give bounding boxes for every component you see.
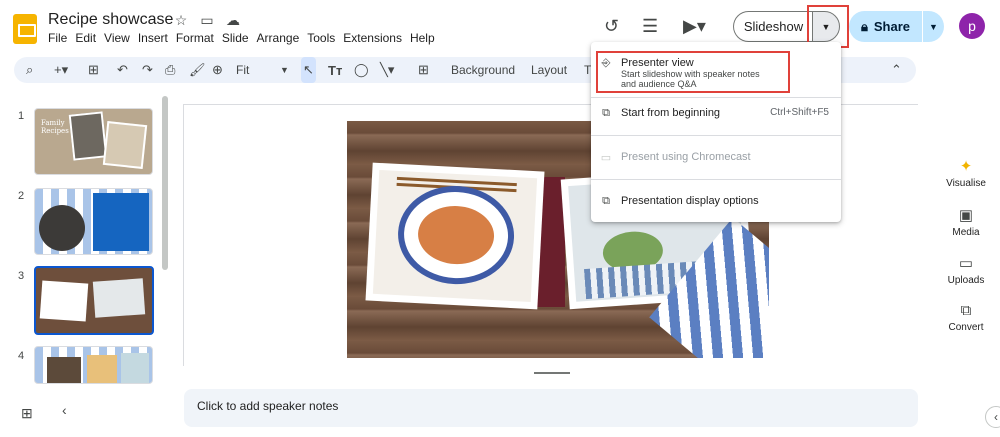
sparkle-icon: ✦ <box>959 158 973 175</box>
menu-edit[interactable]: Edit <box>75 31 96 45</box>
folder-icon: ▭ <box>958 255 974 272</box>
undo-icon[interactable]: ↶ <box>117 57 128 83</box>
cast-icon: ▭ <box>600 152 612 164</box>
menu-file[interactable]: File <box>48 31 67 45</box>
start-icon: ⧉ <box>602 107 610 119</box>
slide-thumbnail-1[interactable]: Family Recipes <box>34 108 153 175</box>
thumbnail-photo <box>39 205 85 251</box>
menu-item-display-options[interactable]: ⧉ Presentation display options <box>591 195 841 208</box>
grid-view-icon[interactable]: ⊞ <box>21 405 33 422</box>
media-icon: ▣ <box>958 207 974 224</box>
menu-help[interactable]: Help <box>410 31 435 45</box>
slide-number: 2 <box>18 190 25 202</box>
menu-divider <box>591 135 841 136</box>
thumbnail-photo <box>93 193 149 251</box>
side-item-label: Convert <box>948 322 984 333</box>
vertical-ruler <box>183 104 184 366</box>
zoom-icon[interactable]: ⊕ <box>212 57 223 83</box>
side-convert[interactable]: ⧉ Convert <box>941 302 991 333</box>
menu-item-label: Present using Chromecast <box>621 151 751 163</box>
cloud-status-icon[interactable]: ☁ <box>224 12 242 29</box>
menu-divider <box>591 97 841 98</box>
collapse-filmstrip-icon[interactable]: ‹ <box>62 402 67 418</box>
thumbnail-photo <box>102 121 148 169</box>
avatar[interactable]: p <box>959 13 985 39</box>
side-uploads[interactable]: ▭ Uploads <box>941 254 991 286</box>
display-icon: ⧉ <box>602 195 610 207</box>
side-panel-toggle[interactable]: ‹ <box>985 406 1000 428</box>
menu-view[interactable]: View <box>104 31 130 45</box>
print-icon[interactable]: ⎙ <box>165 57 175 83</box>
menu-insert[interactable]: Insert <box>138 31 168 45</box>
add-slide-layout-icon[interactable]: ⊞ <box>88 57 99 83</box>
filmstrip-scrollbar[interactable] <box>162 96 168 270</box>
side-item-label: Media <box>952 227 980 238</box>
thumbnail-photo <box>87 355 117 383</box>
slideshow-button[interactable]: Slideshow <box>733 11 813 42</box>
version-history-icon[interactable]: ↺ <box>604 16 619 37</box>
text-box-icon[interactable]: Tт <box>328 57 342 83</box>
search-menus-icon[interactable]: ⌕ <box>26 57 33 83</box>
thumbnail-photo <box>47 357 81 383</box>
menu-slide[interactable]: Slide <box>222 31 249 45</box>
paint-format-icon[interactable]: 🖌︎ <box>189 57 206 83</box>
menu-extensions[interactable]: Extensions <box>343 31 402 45</box>
slide-thumbnail-3[interactable] <box>34 266 154 335</box>
speaker-notes[interactable]: Click to add speaker notes <box>184 389 918 427</box>
collapse-toolbar-icon[interactable]: ⌃ <box>891 57 902 83</box>
new-slide-icon[interactable]: +▾ <box>54 57 68 83</box>
highlight-presenter-view <box>596 51 790 93</box>
menu-arrange[interactable]: Arrange <box>257 31 300 45</box>
slide-thumbnail-2[interactable] <box>34 188 153 255</box>
comments-icon[interactable]: ☰ <box>642 16 658 37</box>
convert-icon: ⧉ <box>960 302 972 319</box>
menu-item-label: Presentation display options <box>621 195 759 207</box>
menu-item-chromecast: ▭ Present using Chromecast <box>591 151 841 164</box>
move-folder-icon[interactable]: ▭ <box>198 12 216 29</box>
menu-item-start-from-beginning[interactable]: ⧉ Start from beginning Ctrl+Shift+F5 <box>591 107 841 120</box>
thumbnail-photo <box>92 278 146 318</box>
slides-logo-icon[interactable] <box>13 14 37 44</box>
document-title[interactable]: Recipe showcase <box>48 11 173 29</box>
background-button[interactable]: Background <box>451 57 515 83</box>
zoom-select[interactable]: Fit <box>236 57 249 83</box>
slide-number: 4 <box>18 350 25 362</box>
thumbnail-caption: Family Recipes <box>41 119 69 135</box>
mapo-tofu-photo[interactable] <box>365 162 545 310</box>
layout-button[interactable]: Layout <box>531 57 567 83</box>
title-icons: ☆ ▭ ☁ <box>172 12 242 29</box>
menu-tools[interactable]: Tools <box>307 31 335 45</box>
redo-icon[interactable]: ↷ <box>142 57 153 83</box>
side-item-label: Uploads <box>947 275 985 286</box>
share-dropdown-button[interactable]: ▼ <box>922 11 944 42</box>
select-tool-icon[interactable]: ↖ <box>301 57 316 83</box>
comment-add-icon[interactable]: ⊞ <box>418 57 429 83</box>
shape-icon[interactable]: ◯ <box>354 57 369 83</box>
caret-down-icon: ▼ <box>929 21 938 32</box>
side-media[interactable]: ▣ Media <box>941 206 991 238</box>
lock-icon: 🔒︎ <box>860 18 868 34</box>
thumbnail-photo <box>121 353 149 383</box>
menu-item-label: Start from beginning <box>621 107 721 119</box>
menu-bar: File Edit View Insert Format Slide Arran… <box>48 31 443 45</box>
star-icon[interactable]: ☆ <box>172 12 190 29</box>
slide-thumbnail-4[interactable] <box>34 346 153 384</box>
thumbnail-photo <box>39 280 89 322</box>
share-button[interactable]: 🔒︎ Share <box>849 11 922 42</box>
chevron-left-icon: ‹ <box>994 410 998 424</box>
thumbnail-photo <box>68 111 108 161</box>
menu-divider <box>591 179 841 180</box>
slide-number: 3 <box>18 270 25 282</box>
menu-item-shortcut: Ctrl+Shift+F5 <box>770 107 829 118</box>
side-item-label: Visualise <box>946 178 986 189</box>
line-icon[interactable]: ╲▾ <box>380 57 394 83</box>
zoom-caret-icon[interactable]: ▼ <box>280 57 289 83</box>
notes-resize-handle[interactable] <box>534 372 570 374</box>
menu-format[interactable]: Format <box>176 31 214 45</box>
slide-number: 1 <box>18 110 25 122</box>
share-label: Share <box>873 19 911 34</box>
side-visualise[interactable]: ✦ Visualise <box>941 157 991 189</box>
photo-inner <box>372 169 538 303</box>
meet-video-icon[interactable]: ▶▾ <box>683 16 706 37</box>
